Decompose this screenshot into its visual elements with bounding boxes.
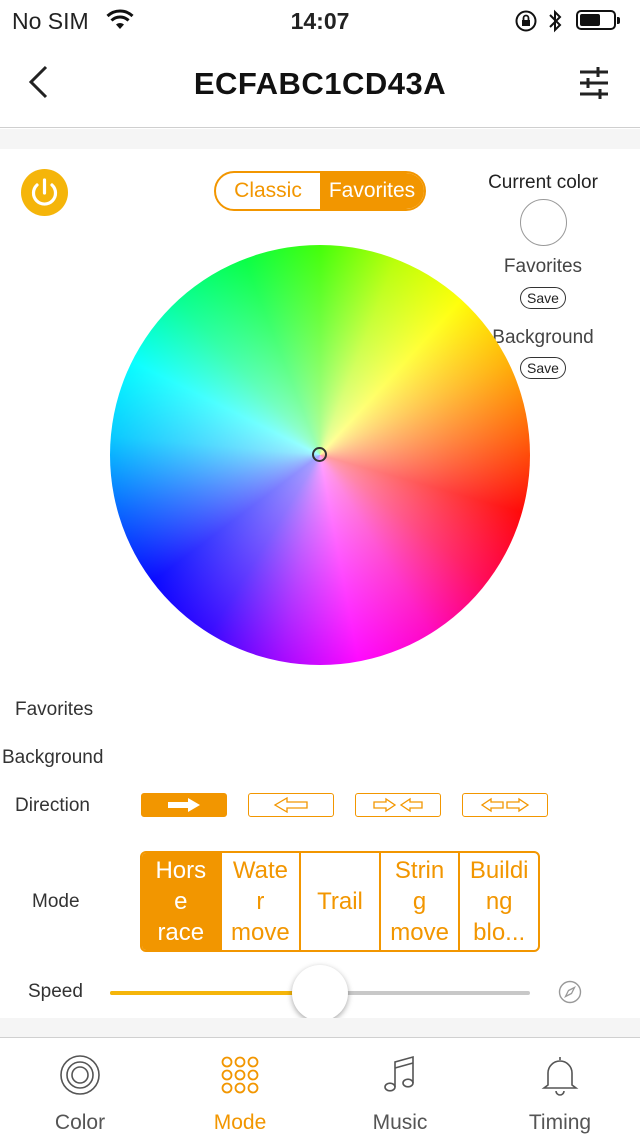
tab-classic[interactable]: Classic [216, 173, 320, 209]
speed-label: Speed [28, 981, 83, 1002]
navigation-bar: ECFABC1CD43A [0, 40, 640, 128]
speed-slider-thumb[interactable] [292, 965, 348, 1021]
speed-slider[interactable] [110, 965, 530, 1021]
direction-right-button[interactable] [141, 793, 227, 817]
mode-string-move[interactable]: Strin g move [378, 853, 459, 950]
tab-timing[interactable]: Timing [480, 1038, 640, 1136]
tab-color[interactable]: Color [0, 1038, 160, 1136]
background-row-label: Background [2, 747, 104, 768]
favorites-row-label: Favorites [15, 699, 94, 720]
tab-music[interactable]: Music [320, 1038, 480, 1136]
save-favorites-button[interactable]: Save [520, 287, 566, 309]
bottom-tab-bar: Color Mode Music Timing [0, 1037, 640, 1136]
diverge-arrows-icon [480, 797, 530, 813]
compass-icon[interactable] [558, 980, 582, 1009]
tab-timing-label: Timing [528, 1111, 592, 1134]
save-background-button[interactable]: Save [520, 357, 566, 379]
clock-label: 14:07 [290, 8, 350, 34]
current-color-swatch [520, 199, 567, 246]
power-button[interactable] [21, 169, 68, 216]
mode-horse-race[interactable]: Hors e race [142, 853, 220, 950]
bell-icon [539, 1054, 581, 1101]
favorites-side-label: Favorites [503, 256, 583, 277]
direction-diverge-button[interactable] [462, 793, 548, 817]
tab-mode-label: Mode [213, 1111, 267, 1134]
section-divider-bottom [0, 1018, 640, 1038]
color-mode-segment: Classic Favorites [214, 171, 426, 211]
right-arrow-icon [168, 798, 200, 812]
mode-label: Mode [32, 891, 80, 912]
tab-mode[interactable]: Mode [160, 1038, 320, 1136]
mode-trail[interactable]: Trail [299, 853, 379, 950]
page-title: ECFABC1CD43A [193, 66, 447, 101]
color-picker-handle[interactable] [312, 447, 327, 462]
mode-water-move[interactable]: Wate r move [219, 853, 300, 950]
current-color-label: Current color [488, 172, 598, 193]
bluetooth-icon [547, 8, 563, 39]
tab-color-label: Color [54, 1111, 106, 1134]
mode-dots-icon [219, 1054, 261, 1101]
direction-label: Direction [15, 795, 90, 816]
direction-left-button[interactable] [248, 793, 334, 817]
speed-slider-fill [110, 991, 320, 995]
mode-selector: Hors e race Wate r move Trail Strin g mo… [140, 851, 540, 952]
status-bar: No SIM 14:07 [0, 0, 640, 40]
section-divider [0, 129, 640, 149]
converge-arrows-icon [373, 797, 423, 813]
mode-building-blocks[interactable]: Buildi ng blo... [458, 853, 538, 950]
left-arrow-icon [273, 797, 308, 813]
music-note-icon [379, 1054, 421, 1101]
tab-favorites[interactable]: Favorites [320, 173, 424, 209]
power-icon [31, 178, 58, 206]
tab-music-label: Music [372, 1111, 428, 1134]
battery-icon [576, 10, 620, 30]
sliders-settings-icon[interactable] [578, 66, 610, 105]
direction-converge-button[interactable] [355, 793, 441, 817]
rotation-lock-icon [514, 9, 538, 38]
color-rings-icon [59, 1054, 101, 1101]
